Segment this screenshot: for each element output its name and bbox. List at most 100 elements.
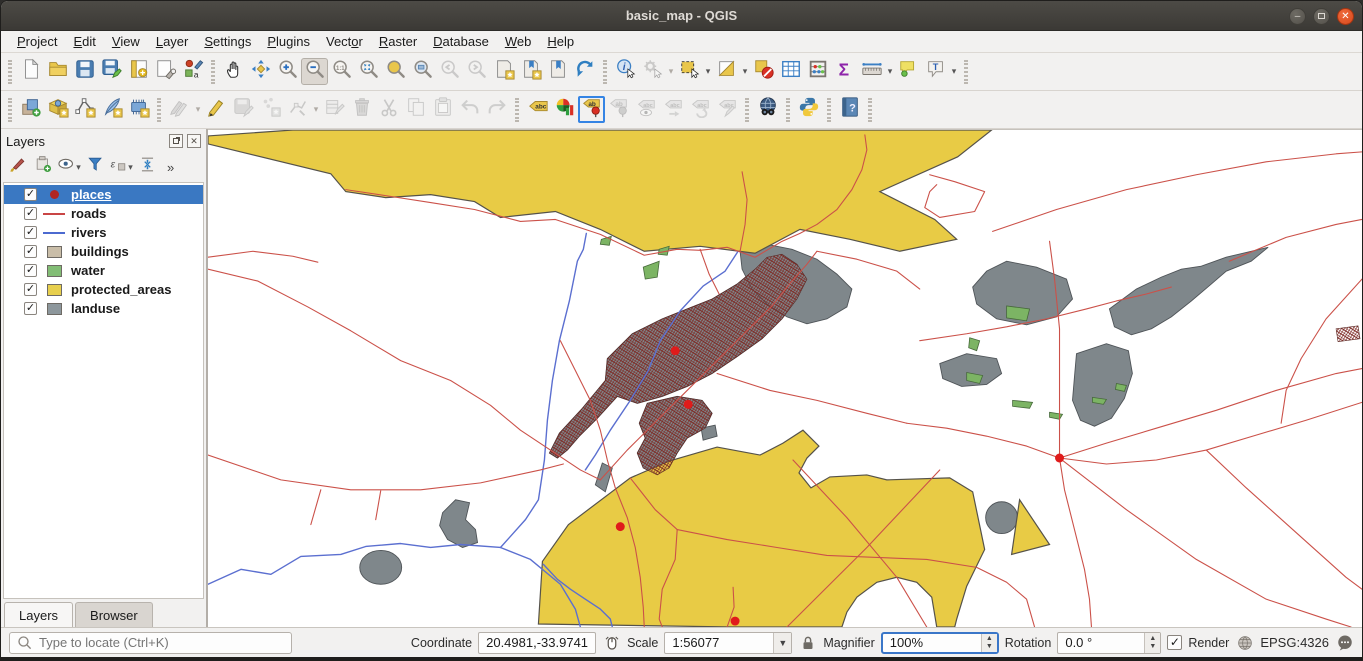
layer-checkbox-roads[interactable]: ✓ xyxy=(24,207,37,220)
save-project-as-button[interactable] xyxy=(98,58,125,85)
new-print-layout-button[interactable] xyxy=(125,58,152,85)
show-bookmark-manager-button[interactable] xyxy=(544,58,571,85)
show-spatial-bookmarks-button[interactable] xyxy=(517,58,544,85)
menu-plugins[interactable]: Plugins xyxy=(259,32,318,51)
rotation-spinbox[interactable]: 0.0 ° ▲▼ xyxy=(1057,632,1161,654)
layer-checkbox-rivers[interactable]: ✓ xyxy=(24,226,37,239)
zoom-out-button[interactable] xyxy=(301,58,328,85)
magnifier-spin-arrows[interactable]: ▲▼ xyxy=(981,634,997,652)
zoom-full-button[interactable] xyxy=(355,58,382,85)
zoom-to-selection-button[interactable] xyxy=(382,58,409,85)
panel-tab-browser[interactable]: Browser xyxy=(75,602,153,627)
lock-icon[interactable] xyxy=(798,633,817,652)
measure-line-button[interactable] xyxy=(858,58,885,85)
add-group-button[interactable] xyxy=(31,155,55,179)
toolbar-handle[interactable] xyxy=(786,98,790,122)
statistical-summary-button[interactable]: Σ xyxy=(831,58,858,85)
expand-collapse-all-button[interactable] xyxy=(135,155,159,179)
maximize-button[interactable] xyxy=(1313,8,1330,25)
menu-vector[interactable]: Vector xyxy=(318,32,371,51)
measure-line-dropdown[interactable]: ▾ xyxy=(885,66,895,77)
render-checkbox[interactable]: ✓ xyxy=(1167,635,1182,650)
layer-item-protected_areas[interactable]: ✓protected_areas xyxy=(4,280,203,299)
layer-item-rivers[interactable]: ✓rivers xyxy=(4,223,203,242)
toolbar-handle[interactable] xyxy=(8,98,12,122)
refresh-map-button[interactable] xyxy=(571,58,598,85)
save-project-button[interactable] xyxy=(71,58,98,85)
python-console-button[interactable] xyxy=(795,96,822,123)
text-annotation-button[interactable]: T xyxy=(922,58,949,85)
toolbar-handle[interactable] xyxy=(211,60,215,84)
map-canvas[interactable] xyxy=(208,129,1362,627)
filter-by-expression-button[interactable]: ε▾ xyxy=(109,155,133,179)
messages-icon[interactable] xyxy=(1335,633,1354,652)
toolbar-handle[interactable] xyxy=(745,98,749,122)
menu-web[interactable]: Web xyxy=(497,32,540,51)
pan-map-button[interactable] xyxy=(220,58,247,85)
toggle-editing-button[interactable] xyxy=(203,96,230,123)
layer-checkbox-buildings[interactable]: ✓ xyxy=(24,245,37,258)
coordinate-input[interactable]: 20.4981,-33.9741 xyxy=(478,632,596,654)
menu-project[interactable]: Project xyxy=(9,32,65,51)
toolbar-handle[interactable] xyxy=(603,60,607,84)
layer-item-places[interactable]: ✓places xyxy=(4,185,203,204)
panel-float-button[interactable] xyxy=(169,134,183,148)
metasearch-button[interactable] xyxy=(754,96,781,123)
titlebar[interactable]: basic_map - QGIS – ✕ xyxy=(1,1,1362,31)
help-contents-button[interactable]: ? xyxy=(836,96,863,123)
toolbar-handle[interactable] xyxy=(8,60,12,84)
data-source-manager-button[interactable] xyxy=(17,96,44,123)
new-project-button[interactable] xyxy=(17,58,44,85)
menu-raster[interactable]: Raster xyxy=(371,32,425,51)
minimize-button[interactable]: – xyxy=(1289,8,1306,25)
layer-checkbox-places[interactable]: ✓ xyxy=(24,188,37,201)
crs-status[interactable]: EPSG:4326 xyxy=(1260,635,1329,650)
menu-edit[interactable]: Edit xyxy=(65,32,103,51)
menu-layer[interactable]: Layer xyxy=(148,32,197,51)
panel-close-button[interactable]: ✕ xyxy=(187,134,201,148)
mouse-position-icon[interactable] xyxy=(602,633,621,652)
crs-globe-icon[interactable] xyxy=(1235,633,1254,652)
layer-checkbox-water[interactable]: ✓ xyxy=(24,264,37,277)
pan-to-selection-button[interactable] xyxy=(247,58,274,85)
layer-checkbox-protected_areas[interactable]: ✓ xyxy=(24,283,37,296)
layer-item-landuse[interactable]: ✓landuse xyxy=(4,299,203,318)
layer-item-water[interactable]: ✓water xyxy=(4,261,203,280)
pin-labels-button[interactable]: ab xyxy=(578,96,605,123)
toolbar-handle[interactable] xyxy=(827,98,831,122)
text-annotation-dropdown[interactable]: ▾ xyxy=(949,66,959,77)
manage-map-themes-button[interactable]: ▾ xyxy=(57,155,81,179)
new-spatialite-layer-button[interactable] xyxy=(98,96,125,123)
field-calculator-button[interactable] xyxy=(804,58,831,85)
open-layer-styling-button[interactable] xyxy=(5,155,29,179)
layer-labeling-options-button[interactable]: abc xyxy=(524,96,551,123)
new-geopackage-layer-button[interactable] xyxy=(44,96,71,123)
close-button[interactable]: ✕ xyxy=(1337,8,1354,25)
toolbar-handle[interactable] xyxy=(515,98,519,122)
locator-input[interactable] xyxy=(39,635,285,650)
menu-settings[interactable]: Settings xyxy=(196,32,259,51)
layer-checkbox-landuse[interactable]: ✓ xyxy=(24,302,37,315)
menu-help[interactable]: Help xyxy=(539,32,582,51)
menu-database[interactable]: Database xyxy=(425,32,497,51)
scale-combo[interactable]: 1:56077 ▼ xyxy=(664,632,792,654)
toolbar-handle[interactable] xyxy=(964,60,968,84)
select-features-button[interactable] xyxy=(676,58,703,85)
toolbar-handle[interactable] xyxy=(157,98,161,122)
open-attribute-table-button[interactable] xyxy=(777,58,804,85)
magnifier-spinbox[interactable]: 100% ▲▼ xyxy=(881,632,999,654)
select-by-expression-button[interactable] xyxy=(713,58,740,85)
new-spatial-bookmark-button[interactable] xyxy=(490,58,517,85)
new-shapefile-layer-button[interactable] xyxy=(71,96,98,123)
style-manager-button[interactable]: a xyxy=(179,58,206,85)
deselect-features-button[interactable] xyxy=(750,58,777,85)
panel-toolbar-overflow[interactable]: » xyxy=(167,160,174,175)
zoom-in-button[interactable] xyxy=(274,58,301,85)
zoom-native-button[interactable]: 1:1 xyxy=(328,58,355,85)
identify-features-button[interactable]: i xyxy=(612,58,639,85)
layer-item-roads[interactable]: ✓roads xyxy=(4,204,203,223)
layer-item-buildings[interactable]: ✓buildings xyxy=(4,242,203,261)
open-project-button[interactable] xyxy=(44,58,71,85)
toolbar-handle[interactable] xyxy=(868,98,872,122)
show-layout-manager-button[interactable] xyxy=(152,58,179,85)
